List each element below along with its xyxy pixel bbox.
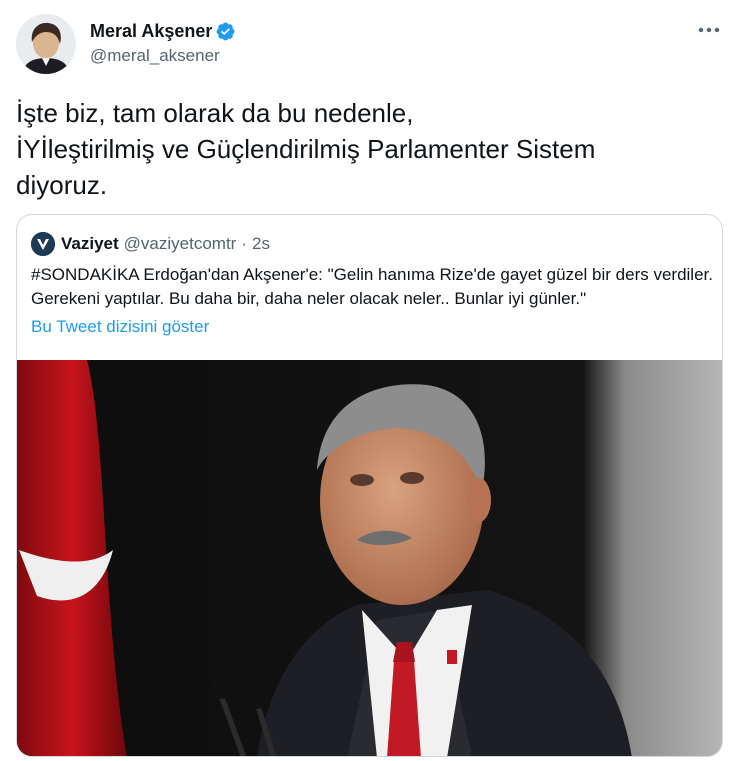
separator-dot: · xyxy=(241,234,247,253)
quoted-tweet-card[interactable]: Vaziyet @vaziyetcomtr · 2s #SONDAKİKA Er… xyxy=(16,214,723,757)
author-display-name[interactable]: Meral Akşener xyxy=(90,21,212,42)
quoted-tweet-text: #SONDAKİKA Erdoğan'dan Akşener'e: "Gelin… xyxy=(31,265,713,308)
quoted-display-name[interactable]: Vaziyet xyxy=(61,234,119,254)
quoted-handle[interactable]: @vaziyetcomtr xyxy=(124,234,237,254)
quoted-timestamp[interactable]: 2s xyxy=(252,234,270,254)
tweet-header: Meral Akşener @meral_aksener xyxy=(16,14,723,76)
author-name-block: Meral Akşener @meral_aksener xyxy=(90,18,236,66)
more-options-icon[interactable] xyxy=(695,20,723,40)
quoted-tweet-header: Vaziyet @vaziyetcomtr · 2s xyxy=(31,232,270,256)
author-avatar[interactable] xyxy=(16,14,76,74)
verified-badge-icon xyxy=(215,21,236,42)
vaziyet-logo-icon[interactable] xyxy=(31,232,55,256)
tweet-text: İşte biz, tam olarak da bu nedenle, İYİl… xyxy=(16,98,596,200)
quoted-tweet-photo[interactable] xyxy=(17,360,722,756)
author-handle[interactable]: @meral_aksener xyxy=(90,46,236,66)
show-thread-link[interactable]: Bu Tweet dizisini göster xyxy=(31,317,209,337)
